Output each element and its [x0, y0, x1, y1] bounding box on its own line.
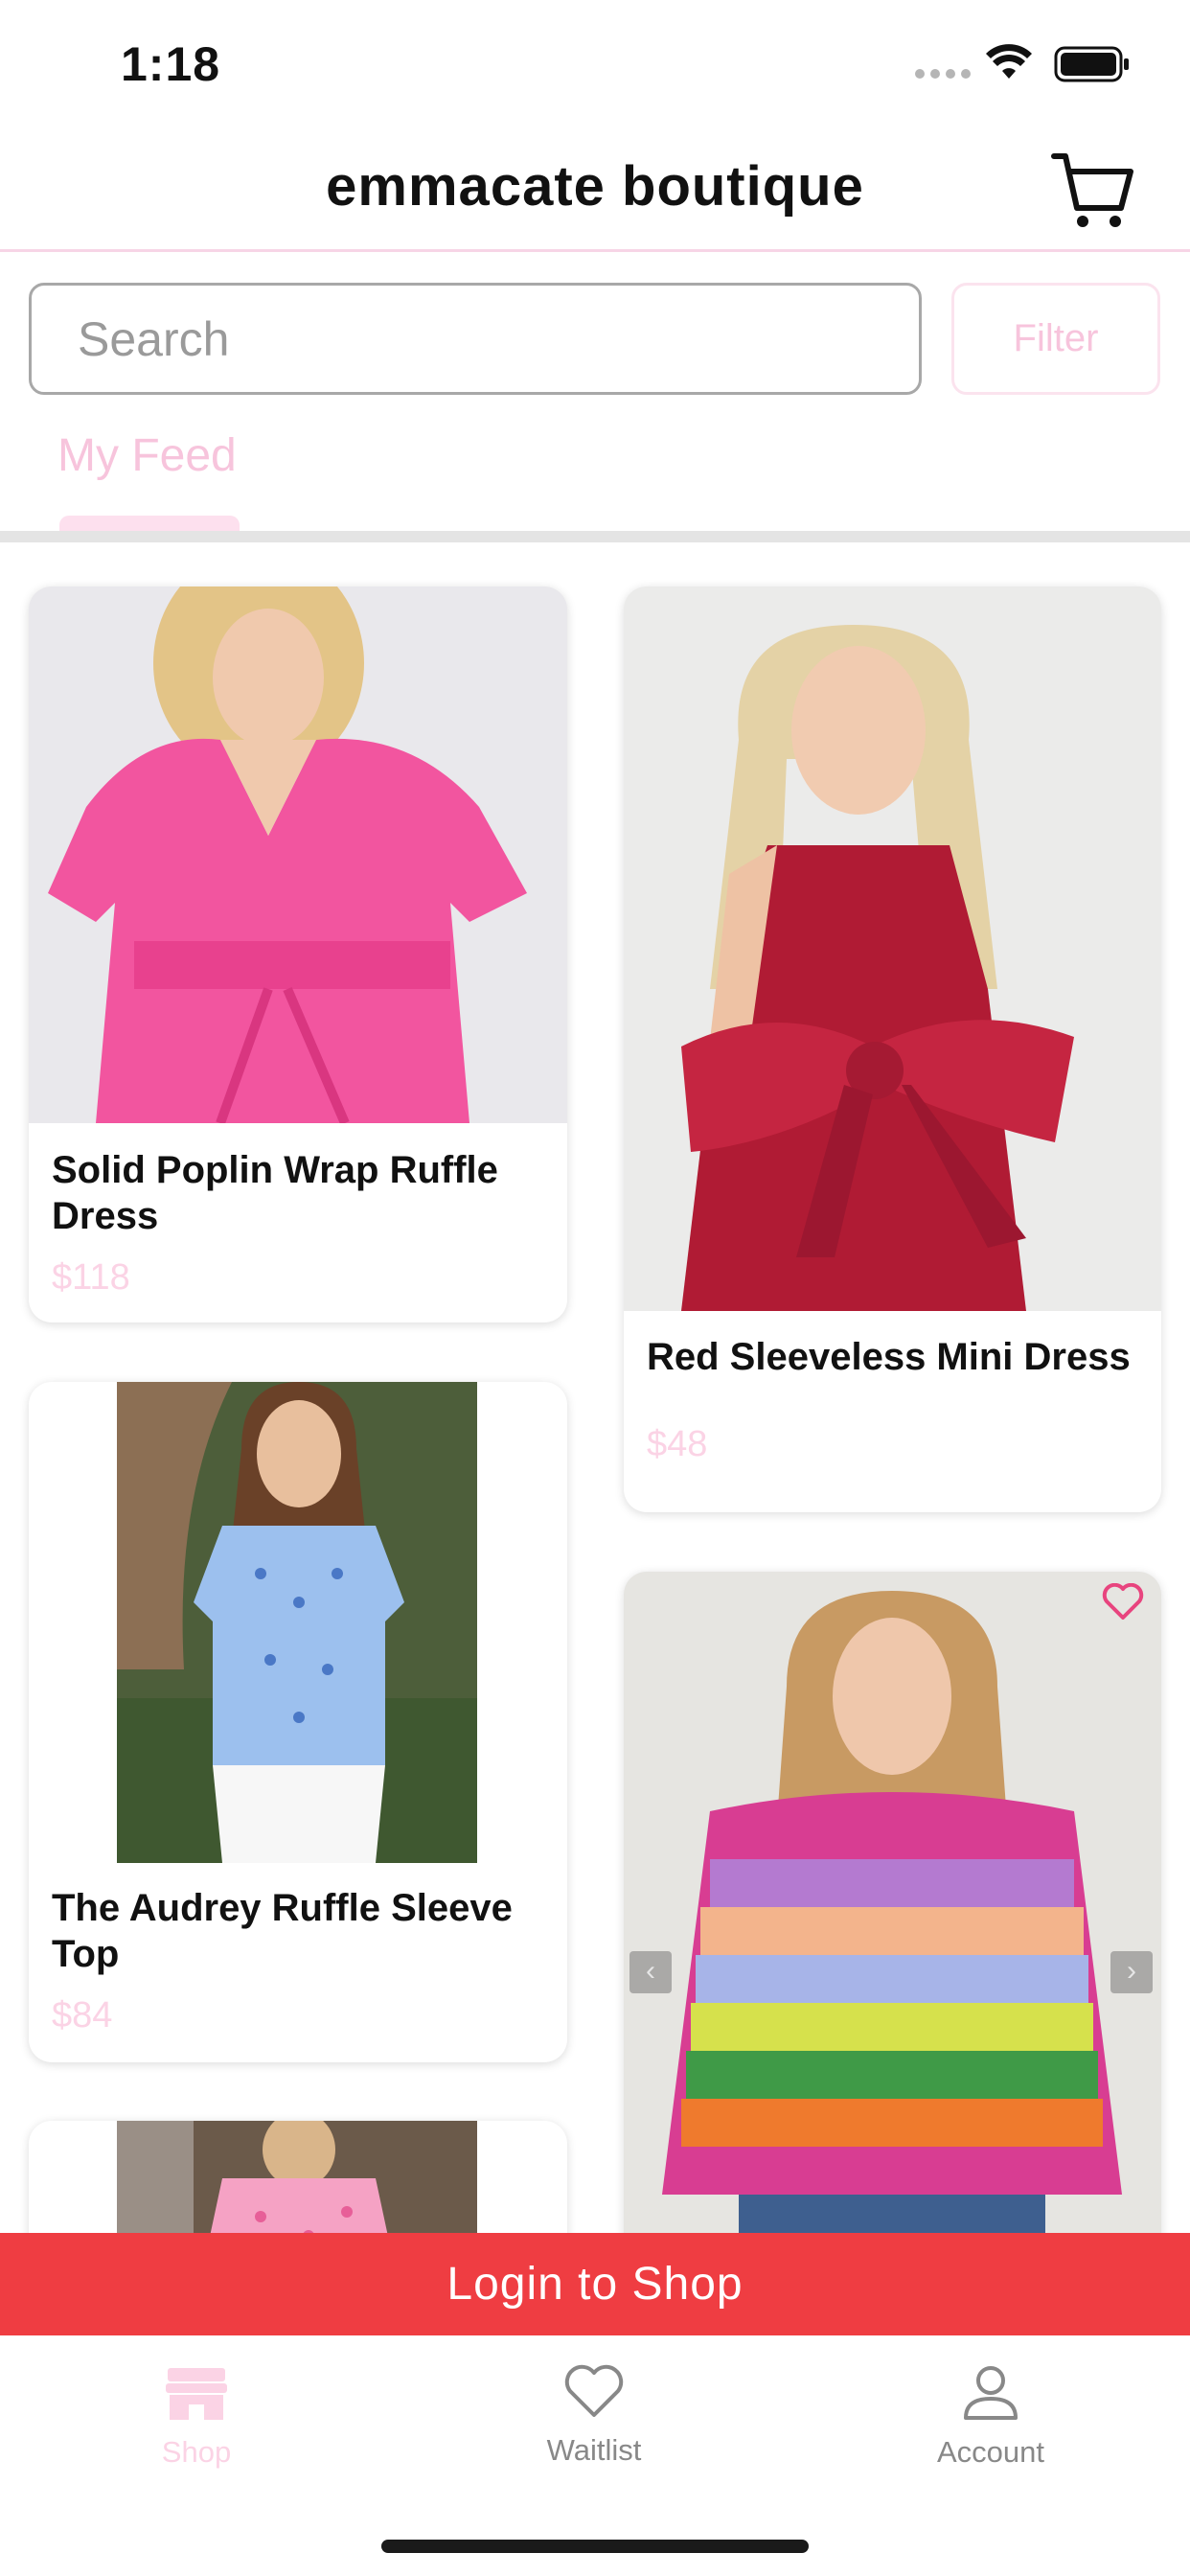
product-image	[29, 586, 567, 1123]
status-time: 1:18	[121, 37, 221, 91]
nav-label-waitlist: Waitlist	[546, 2433, 642, 2467]
filter-button[interactable]: Filter	[951, 283, 1160, 395]
storefront-icon	[166, 2368, 227, 2420]
search-input[interactable]	[29, 283, 922, 395]
carousel-next-button[interactable]: ›	[1110, 1951, 1153, 1993]
product-card[interactable]: Solid Poplin Wrap Ruffle Dress $118	[29, 586, 567, 1322]
nav-item-account[interactable]: Account	[876, 2364, 1106, 2470]
status-bar: 1:18	[0, 0, 1190, 129]
tabs-divider	[0, 531, 1190, 542]
heart-icon	[564, 2364, 624, 2417]
product-card[interactable]: Red Sleeveless Mini Dress $48	[624, 586, 1161, 1512]
cart-button[interactable]	[1050, 149, 1136, 235]
nav-label-account: Account	[936, 2435, 1044, 2469]
cart-icon	[1051, 153, 1133, 227]
carousel-prev-button[interactable]: ‹	[629, 1951, 672, 1993]
cellular-signal-icon	[915, 69, 971, 79]
product-price: $48	[647, 1424, 708, 1464]
product-title: Red Sleeveless Mini Dress	[647, 1336, 1131, 1378]
wifi-icon	[986, 44, 1032, 79]
product-image	[624, 586, 1161, 1311]
tab-my-feed[interactable]: My Feed	[57, 429, 237, 482]
product-card[interactable]: ‹ ›	[624, 1572, 1161, 2281]
battery-icon	[1054, 46, 1129, 82]
product-price: $118	[52, 1257, 130, 1298]
login-to-shop-button[interactable]: Login to Shop	[0, 2233, 1190, 2335]
nav-item-waitlist[interactable]: Waitlist	[479, 2364, 709, 2468]
nav-label-shop: Shop	[161, 2435, 232, 2469]
home-indicator	[381, 2540, 809, 2553]
app-title: emmacate boutique	[326, 155, 864, 218]
product-title: The Audrey Ruffle Sleeve Top	[52, 1887, 513, 1975]
product-image	[117, 1382, 477, 1863]
product-card[interactable]: The Audrey Ruffle Sleeve Top $84	[29, 1382, 567, 2062]
product-price: $84	[52, 1995, 113, 2036]
person-icon	[964, 2366, 1018, 2420]
favorite-heart-icon[interactable]	[1102, 1583, 1144, 1622]
product-image	[624, 1572, 1161, 2281]
app-header: emmacate boutique	[0, 129, 1190, 252]
product-title: Solid Poplin Wrap Ruffle Dress	[52, 1149, 498, 1237]
nav-item-shop[interactable]: Shop	[81, 2364, 311, 2470]
